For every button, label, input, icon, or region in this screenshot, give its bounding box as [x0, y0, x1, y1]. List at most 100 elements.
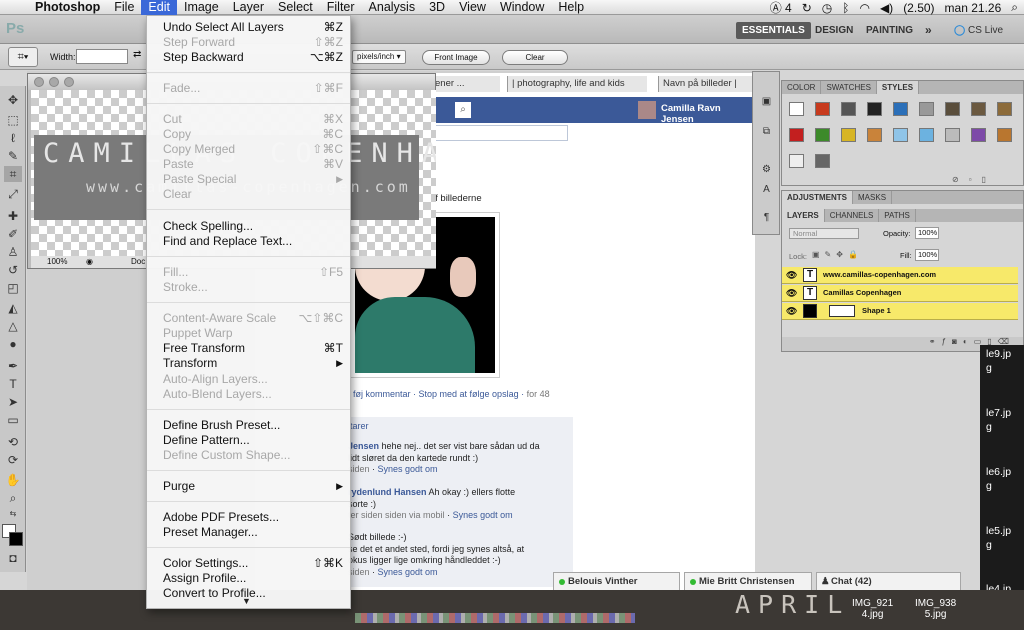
- rectangle-tool-icon[interactable]: ▭: [4, 412, 22, 428]
- quick-select-tool-icon[interactable]: ✎: [4, 148, 22, 164]
- path-selection-tool-icon[interactable]: ➤: [4, 394, 22, 410]
- style-swatch[interactable]: [997, 102, 1012, 116]
- status-menu-icon[interactable]: ◉: [86, 256, 93, 268]
- style-swatch[interactable]: [971, 128, 986, 142]
- style-swatch[interactable]: [997, 128, 1012, 142]
- style-swatch[interactable]: [815, 102, 830, 116]
- minimize-icon[interactable]: [49, 77, 59, 87]
- chat-tab[interactable]: Belouis Vinther: [553, 572, 680, 591]
- file-label[interactable]: g: [986, 539, 992, 551]
- menu-help[interactable]: Help: [551, 0, 591, 15]
- cs-live-button[interactable]: ◯ CS Live: [954, 22, 1003, 39]
- tab-channels[interactable]: CHANNELS: [825, 209, 880, 222]
- crop-tool-icon[interactable]: ⌗: [4, 166, 22, 182]
- zoom-level[interactable]: 100%: [47, 256, 67, 268]
- fill-input[interactable]: 100%: [915, 249, 939, 261]
- wifi-icon[interactable]: ◠: [859, 1, 869, 15]
- move-tool-icon[interactable]: ✥: [4, 92, 22, 108]
- front-image-button[interactable]: Front Image: [422, 50, 490, 65]
- dock[interactable]: [355, 613, 635, 623]
- style-swatch[interactable]: [841, 128, 856, 142]
- history-brush-tool-icon[interactable]: ↺: [4, 262, 22, 278]
- paint-bucket-tool-icon[interactable]: ◭: [4, 300, 22, 316]
- 3d-orbit-tool-icon[interactable]: ⟳: [4, 452, 22, 468]
- marquee-tool-icon[interactable]: ⬚: [4, 112, 22, 128]
- menu-item-check-spelling[interactable]: Check Spelling...: [163, 219, 343, 234]
- chat-sidebar-button[interactable]: ♟ Chat (42): [816, 572, 961, 591]
- eyedropper-tool-icon[interactable]: ⤢: [4, 186, 22, 202]
- close-icon[interactable]: [34, 77, 44, 87]
- adobe-status-icon[interactable]: Ⓐ 4: [770, 0, 792, 16]
- profile-link[interactable]: Camilla Ravn Jensen: [661, 103, 755, 125]
- quick-mask-icon[interactable]: ◘: [4, 550, 22, 566]
- clock[interactable]: man 21.26: [945, 1, 1002, 15]
- menu-item-assign-profile[interactable]: Assign Profile...: [163, 571, 343, 586]
- style-swatch-none[interactable]: [789, 102, 804, 116]
- workspace-design[interactable]: DESIGN: [815, 22, 853, 39]
- browser-tab[interactable]: Navn på billeder |: [658, 76, 755, 92]
- lasso-tool-icon[interactable]: ℓ: [4, 130, 22, 146]
- menu-item-transform[interactable]: Transform ▶: [163, 356, 343, 371]
- type-tool-icon[interactable]: T: [4, 376, 22, 392]
- menu-image[interactable]: Image: [177, 0, 226, 15]
- chat-tab[interactable]: Mie Britt Christensen: [684, 572, 812, 591]
- actions-icon[interactable]: ⚙: [758, 164, 775, 178]
- style-swatch[interactable]: [815, 154, 830, 168]
- tab-masks[interactable]: MASKS: [853, 191, 893, 204]
- tab-layers[interactable]: LAYERS: [782, 209, 825, 222]
- file-label[interactable]: le9.jp: [986, 348, 1011, 360]
- menu-edit[interactable]: Edit: [141, 0, 177, 15]
- avatar[interactable]: [638, 101, 656, 119]
- menu-analysis[interactable]: Analysis: [362, 0, 423, 15]
- search-icon[interactable]: ⌕: [455, 102, 471, 118]
- style-swatch[interactable]: [919, 102, 934, 116]
- style-swatch[interactable]: [867, 102, 882, 116]
- comment-author[interactable]: rydenlund Hansen: [348, 487, 427, 497]
- eye-icon[interactable]: 👁: [786, 285, 797, 301]
- menu-item-step-backward[interactable]: Step Backward ⌥⌘Z: [163, 50, 343, 65]
- mini-bridge-icon[interactable]: ▣: [758, 96, 775, 110]
- blur-tool-icon[interactable]: △: [4, 318, 22, 334]
- menu-3d[interactable]: 3D: [422, 0, 452, 15]
- browser-tab[interactable]: ener ...: [430, 76, 500, 92]
- character-icon[interactable]: A: [758, 184, 775, 198]
- file-label[interactable]: g: [986, 421, 992, 433]
- like-link[interactable]: Synes godt om: [378, 567, 438, 577]
- clone-stamp-tool-icon[interactable]: ♙: [4, 244, 22, 260]
- file-label[interactable]: g: [986, 362, 992, 374]
- swap-colors-icon[interactable]: ⇆: [4, 506, 22, 522]
- tab-color[interactable]: COLOR: [782, 81, 822, 94]
- style-swatch[interactable]: [893, 128, 908, 142]
- layer-row[interactable]: 👁 T Camillas Copenhagen: [782, 285, 1018, 302]
- tab-paths[interactable]: PATHS: [879, 209, 916, 222]
- crop-tool-preset-picker[interactable]: ⌗▾: [8, 47, 38, 67]
- menu-select[interactable]: Select: [271, 0, 320, 15]
- pen-tool-icon[interactable]: ✒: [4, 358, 22, 374]
- menu-item-preset-manager[interactable]: Preset Manager...: [163, 525, 343, 540]
- style-swatch[interactable]: [815, 128, 830, 142]
- style-swatch[interactable]: [893, 102, 908, 116]
- like-link[interactable]: Synes godt om: [453, 510, 513, 520]
- lock-icons[interactable]: ▣✎✥🔒: [812, 250, 863, 259]
- spotlight-icon[interactable]: ⌕: [1011, 0, 1018, 15]
- tab-adjustments[interactable]: ADJUSTMENTS: [782, 191, 854, 204]
- menu-item-color-settings[interactable]: Color Settings... ⇧⌘K: [163, 556, 343, 571]
- clear-button[interactable]: Clear: [502, 50, 568, 65]
- comments-header[interactable]: tarer: [350, 421, 369, 431]
- menu-item-find-replace[interactable]: Find and Replace Text...: [163, 234, 343, 249]
- style-swatch[interactable]: [867, 128, 882, 142]
- comment-link[interactable]: føj kommentar: [353, 389, 411, 399]
- menu-filter[interactable]: Filter: [320, 0, 362, 15]
- menu-layer[interactable]: Layer: [226, 0, 271, 15]
- time-machine-icon[interactable]: ◷: [822, 1, 832, 15]
- paragraph-icon[interactable]: ¶: [758, 212, 775, 226]
- tab-swatches[interactable]: SWATCHES: [821, 81, 877, 94]
- layer-row[interactable]: 👁 T www.camillas-copenhagen.com: [782, 267, 1018, 284]
- menu-item-pdf-presets[interactable]: Adobe PDF Presets...: [163, 510, 343, 525]
- blend-mode-select[interactable]: Normal: [789, 228, 859, 239]
- brush-tool-icon[interactable]: ✐: [4, 226, 22, 242]
- menu-item-free-transform[interactable]: Free Transform ⌘T: [163, 341, 343, 356]
- width-input[interactable]: [76, 49, 128, 64]
- style-swatch[interactable]: [945, 128, 960, 142]
- sync-icon[interactable]: ↻: [802, 1, 812, 15]
